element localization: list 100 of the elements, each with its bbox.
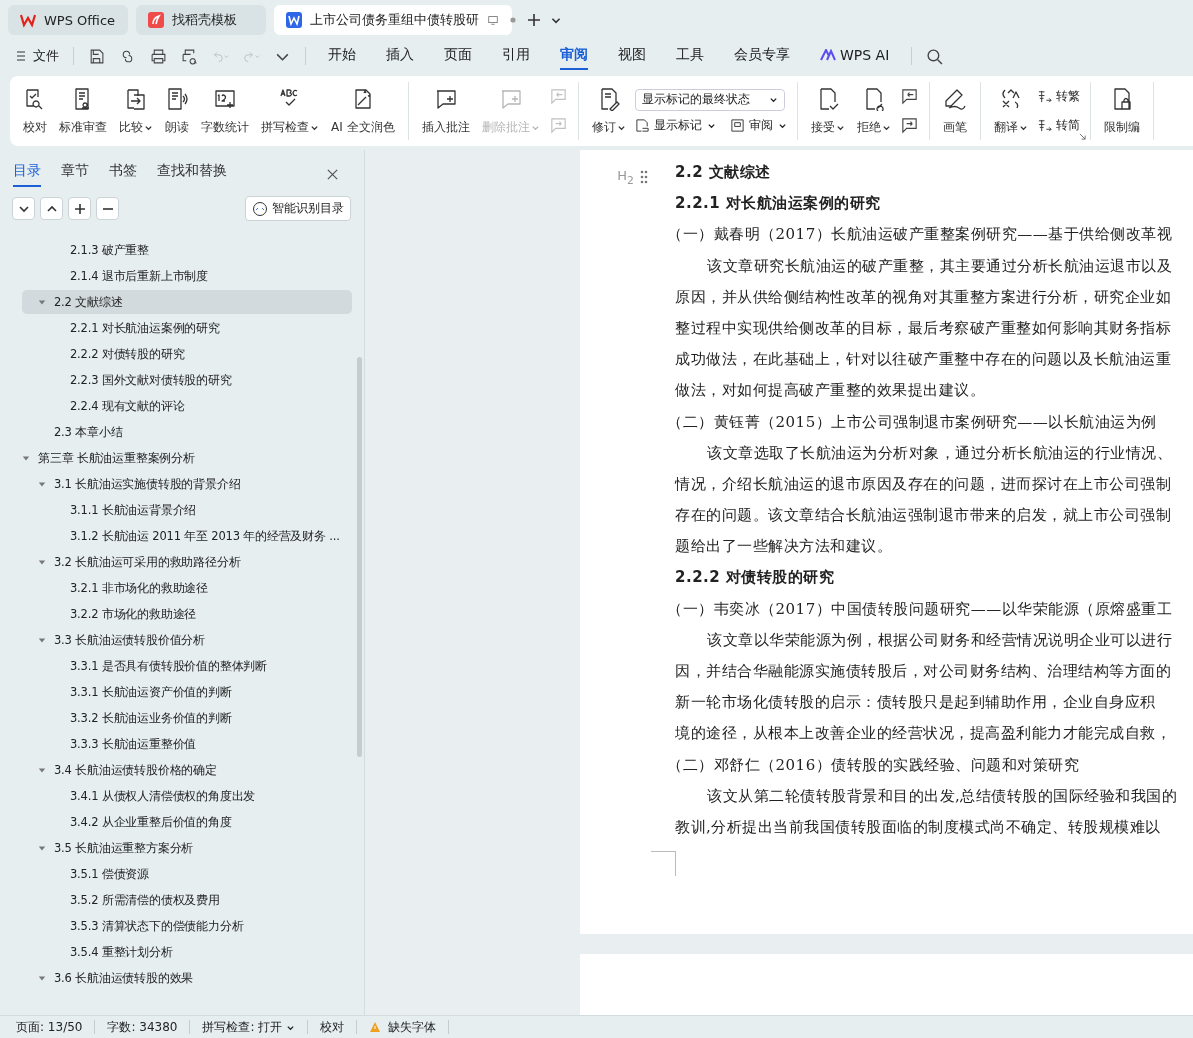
- toc-item[interactable]: 2.2.2 对债转股的研究: [22, 342, 352, 366]
- ribbon-button[interactable]: 显示标记: [634, 116, 716, 134]
- toc-item[interactable]: 2.2.4 现有文献的评论: [22, 394, 352, 418]
- new-tab-icon[interactable]: [526, 12, 542, 28]
- ribbon-tab[interactable]: 审阅: [560, 42, 588, 70]
- expanded-triangle-icon[interactable]: [38, 480, 46, 488]
- markup-dropdown[interactable]: 显示标记的最终状态: [634, 88, 785, 111]
- heading: 2.2 文献综述: [675, 162, 772, 183]
- toc-item[interactable]: 3.3 长航油运债转股价值分析: [22, 628, 352, 652]
- file-menu-button[interactable]: 文件: [14, 47, 59, 65]
- ribbon-tab[interactable]: 工具: [676, 42, 704, 70]
- toc-item[interactable]: 2.2.3 国外文献对债转股的研究: [22, 368, 352, 392]
- ribbon-tab[interactable]: 会员专享: [734, 42, 790, 70]
- expanded-triangle-icon[interactable]: [38, 766, 46, 774]
- window-tab[interactable]: WPS Office: [8, 5, 128, 35]
- ribbon-button[interactable]: AI 全文润色: [328, 84, 398, 138]
- toc-item[interactable]: 2.3 本章小结: [22, 420, 352, 444]
- wps-logo-icon: [20, 12, 36, 28]
- expanded-triangle-icon[interactable]: [38, 636, 46, 644]
- expanded-triangle-icon[interactable]: [38, 974, 46, 982]
- save-icon[interactable]: [88, 47, 105, 65]
- toc-item[interactable]: 3.1.1 长航油运背景介绍: [22, 498, 352, 522]
- toc-item[interactable]: 3.3.1 是否具有债转股价值的整体判断: [22, 654, 352, 678]
- toc-item[interactable]: 2.1.3 破产重整: [22, 238, 352, 262]
- window-tab[interactable]: 找稻壳模板: [136, 5, 266, 35]
- toc-item[interactable]: 3.2.1 非市场化的救助途径: [22, 576, 352, 600]
- sidebar-tab[interactable]: 目录: [13, 161, 41, 187]
- expanded-triangle-icon[interactable]: [38, 558, 46, 566]
- paragraph-line: 存在的问题。该文章结合长航油运强制退市带来的启发，就上市公司强制: [675, 505, 1172, 527]
- smart-toc-button[interactable]: 智能识别目录: [245, 196, 351, 221]
- sidebar-tab[interactable]: 查找和替换: [157, 161, 227, 187]
- toc-item[interactable]: 3.4.1 从债权人清偿债权的角度出发: [22, 784, 352, 808]
- ribbon-button[interactable]: 拼写检查: [258, 84, 322, 138]
- ribbon-button[interactable]: 拒绝: [853, 84, 894, 138]
- ribbon-button[interactable]: 接受: [807, 84, 848, 138]
- toc-item[interactable]: 3.3.1 长航油运资产价值的判断: [22, 680, 352, 704]
- toc-item[interactable]: 2.2.1 对长航油运案例的研究: [22, 316, 352, 340]
- spellcheck-status-button[interactable]: 拼写检查: 打开: [202, 1018, 296, 1036]
- toc-item[interactable]: 3.6 长航油运债转股的效果: [22, 966, 352, 990]
- missing-font-button[interactable]: 缺失字体: [369, 1018, 437, 1036]
- drag-handle-icon[interactable]: [640, 170, 648, 184]
- expanded-triangle-icon[interactable]: [38, 844, 46, 852]
- paragraph-line: 境的途径，从根本上改善企业的经营状况，提高盈利能力才能完成自救，: [675, 723, 1172, 745]
- toc-item[interactable]: 3.5.1 偿债资源: [22, 862, 352, 886]
- toc-item[interactable]: 3.4 长航油运债转股价格的确定: [22, 758, 352, 782]
- print-icon[interactable]: [150, 47, 167, 65]
- ribbon-tab[interactable]: 插入: [386, 42, 414, 70]
- close-icon[interactable]: [326, 167, 339, 181]
- previous-comment-icon[interactable]: [899, 87, 919, 106]
- add-heading-button[interactable]: [68, 197, 91, 220]
- ribbon-button[interactable]: 审阅: [729, 116, 787, 134]
- toc-item[interactable]: 3.3.2 长航油运业务价值的判断: [22, 706, 352, 730]
- ribbon-button[interactable]: 转繁: [1036, 88, 1080, 105]
- ribbon-button[interactable]: 翻译: [990, 84, 1031, 138]
- toc-item[interactable]: 2.1.4 退市后重新上市制度: [22, 264, 352, 288]
- ribbon-button[interactable]: 朗读: [162, 84, 192, 138]
- search-icon[interactable]: [926, 47, 944, 65]
- toc-item[interactable]: 3.5 长航油运重整方案分析: [22, 836, 352, 860]
- expanded-triangle-icon[interactable]: [22, 454, 30, 462]
- toc-item[interactable]: 2.2 文献综述: [22, 290, 352, 314]
- paragraph-line: 做法，对如何提高破产重整的效果提出建议。: [675, 380, 986, 402]
- ribbon-tab[interactable]: 引用: [502, 42, 530, 70]
- print-preview-icon[interactable]: [181, 47, 198, 65]
- toc-item[interactable]: 3.3.3 长航油运重整价值: [22, 732, 352, 756]
- wps-ai-button[interactable]: WPS AI: [820, 43, 890, 69]
- ribbon-button[interactable]: 转简: [1036, 117, 1080, 134]
- ribbon-button[interactable]: 画笔: [939, 84, 970, 138]
- toc-item[interactable]: 第三章 长航油运重整案例分析: [22, 446, 352, 470]
- ribbon-button[interactable]: 字数统计: [198, 84, 252, 138]
- expanded-triangle-icon[interactable]: [38, 298, 46, 306]
- ribbon-tab[interactable]: 页面: [444, 42, 472, 70]
- toc-item[interactable]: 3.1 长航油运实施债转股的背景介绍: [22, 472, 352, 496]
- sidebar-tab[interactable]: 章节: [61, 161, 89, 187]
- ribbon-tab[interactable]: 开始: [328, 42, 356, 70]
- toc-item[interactable]: 3.4.2 从企业重整后价值的角度: [22, 810, 352, 834]
- status-text: 字数: 34380: [107, 1018, 178, 1036]
- ribbon-button[interactable]: 插入批注: [418, 84, 473, 138]
- ribbon-button[interactable]: 修订: [588, 84, 629, 138]
- collapse-level-button[interactable]: [12, 197, 35, 220]
- ribbon-button[interactable]: 比较: [116, 84, 156, 138]
- toc-item[interactable]: 3.5.2 所需清偿的债权及费用: [22, 888, 352, 912]
- sidebar-tab[interactable]: 书签: [109, 161, 137, 187]
- ribbon-button[interactable]: 校对: [20, 84, 50, 138]
- next-comment-icon[interactable]: [899, 116, 919, 135]
- monitor-icon[interactable]: [487, 14, 499, 26]
- toc-item[interactable]: 3.2 长航油运可采用的救助路径分析: [22, 550, 352, 574]
- paragraph-line: 该文章研究长航油运的破产重整，其主要通过分析长航油运退市以及: [706, 255, 1173, 277]
- ribbon-button[interactable]: 标准审查: [56, 84, 110, 138]
- toc-item[interactable]: 3.5.4 重整计划分析: [22, 940, 352, 964]
- reference-title: （一）戴春明（2017）长航油运破产重整案例研究——基于供给侧改革视: [667, 224, 1174, 246]
- dialog-launcher-icon[interactable]: [1078, 133, 1086, 140]
- toc-item[interactable]: 3.5.3 清算状态下的偿债能力分析: [22, 914, 352, 938]
- ribbon-tab[interactable]: 视图: [618, 42, 646, 70]
- expand-level-button[interactable]: [40, 197, 63, 220]
- toc-item[interactable]: 3.2.2 市场化的救助途径: [22, 602, 352, 626]
- scrollbar[interactable]: [357, 357, 362, 757]
- remove-heading-button[interactable]: [96, 197, 119, 220]
- reference-title: （二）邓舒仁（2016）债转股的实践经验、问题和对策研究: [667, 754, 1081, 776]
- ribbon-button[interactable]: 限制编: [1100, 84, 1143, 138]
- toc-item[interactable]: 3.1.2 长航油运 2011 年至 2013 年的经营及财务 ...: [22, 524, 352, 548]
